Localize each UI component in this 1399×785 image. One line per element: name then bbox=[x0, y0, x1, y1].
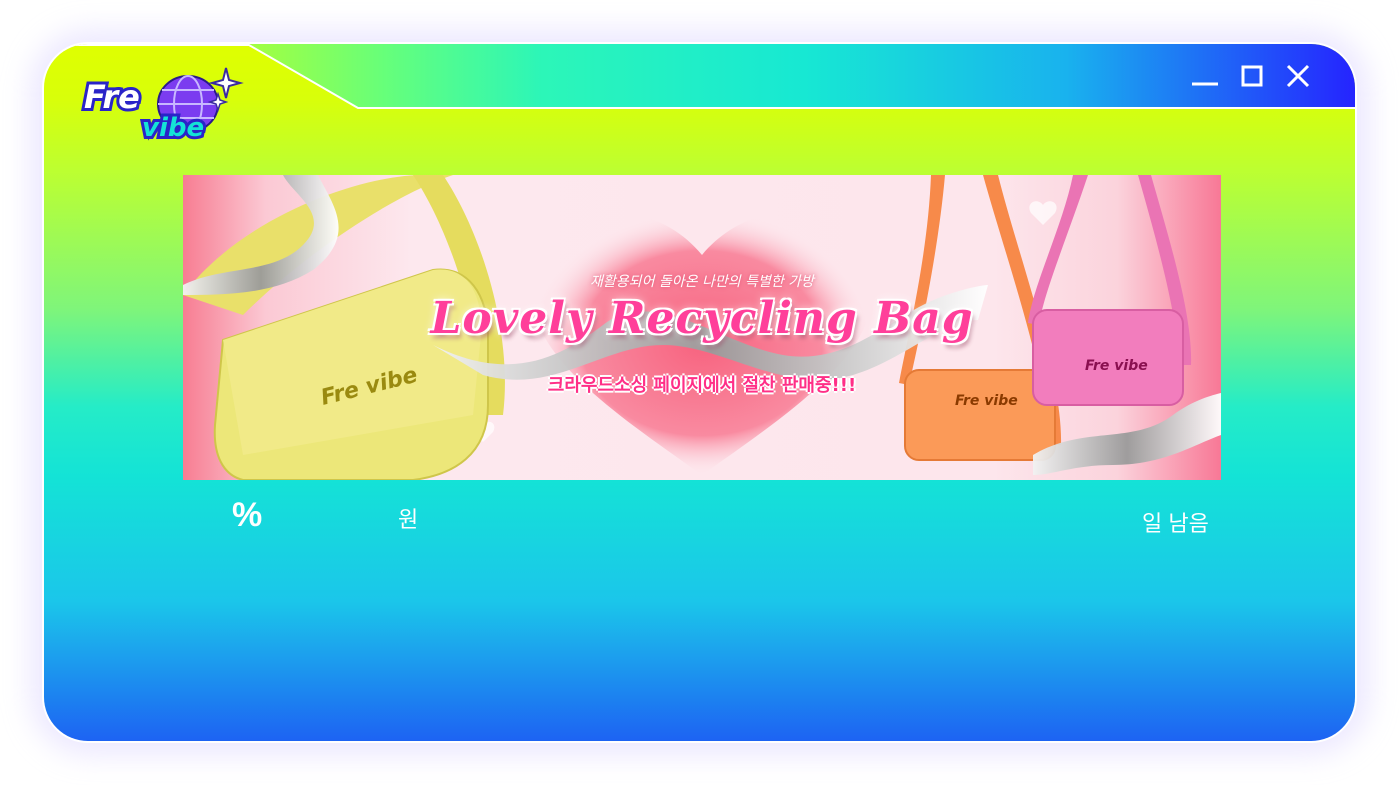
banner-title: Lovely Recycling Bag bbox=[430, 293, 974, 344]
app-window: Fre vibe Fre vibe Fre vibe Fre vibe 재활용되… bbox=[44, 44, 1355, 741]
maximize-icon bbox=[1241, 65, 1263, 87]
globe-logo-icon: Fre vibe bbox=[81, 67, 244, 146]
brand-text-2: vibe bbox=[142, 113, 204, 143]
days-remaining: 일 남음 bbox=[1142, 511, 1209, 536]
banner-subtitle: 재활용되어 돌아온 나만의 특별한 가방 bbox=[590, 274, 814, 290]
promo-banner[interactable]: Fre vibe Fre vibe Fre vibe 재활용되어 돌아온 나만의 bbox=[183, 175, 1221, 480]
brand-logo[interactable]: Fre vibe bbox=[80, 64, 250, 146]
brand-text-1: Fre bbox=[84, 78, 140, 116]
close-icon bbox=[1286, 64, 1310, 88]
minimize-icon bbox=[1192, 82, 1218, 86]
funding-percent: % bbox=[232, 496, 263, 534]
minimize-button[interactable] bbox=[1190, 62, 1220, 92]
funding-amount-unit: 원 bbox=[398, 507, 419, 532]
maximize-button[interactable] bbox=[1238, 62, 1268, 92]
close-button[interactable] bbox=[1284, 62, 1314, 92]
banner-cta: 크라우드소싱 페이지에서 절찬 판매중!!! bbox=[547, 375, 857, 396]
